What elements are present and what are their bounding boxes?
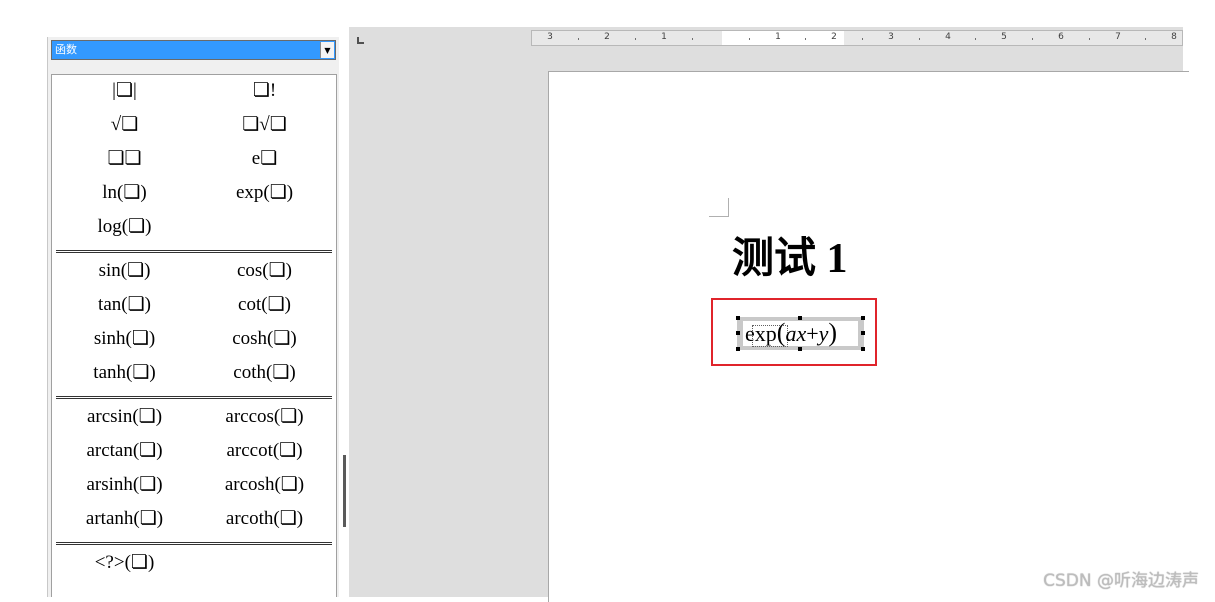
ruler-label: 8 [1171,32,1177,42]
arcosh-button[interactable]: arcosh(❏) [192,473,337,497]
exp-power-button[interactable]: e❏ [192,147,337,171]
arcoth-button[interactable]: arcoth(❏) [192,507,337,531]
tab-stop-icon[interactable] [357,37,364,44]
formula-close-paren: ) [828,318,838,347]
arcsin-button[interactable]: arcsin(❏) [52,405,197,429]
resize-handle[interactable] [861,331,865,335]
artanh-button[interactable]: artanh(❏) [52,507,197,531]
tan-button[interactable]: tan(❏) [52,293,197,317]
arccot-button[interactable]: arccot(❏) [192,439,337,463]
exp-button[interactable]: exp(❏) [192,181,337,205]
ruler-label: 1 [661,32,667,42]
resize-handle[interactable] [736,347,740,351]
sqrt-button[interactable]: √❏ [52,113,197,137]
arccos-button[interactable]: arccos(❏) [192,405,337,429]
document-area: 3 2 1 1 2 3 4 5 6 7 8 测试 1 exp(ax+y) [349,27,1189,602]
resize-handle[interactable] [861,347,865,351]
formula-var-y: y [818,321,829,346]
ruler-text-area [722,31,844,45]
category-selected-value: 函数 [55,43,77,56]
ruler-label: 6 [1058,32,1064,42]
function-list: |❏| ❏! √❏ ❏√❏ ❏❏ e❏ ln(❏) exp(❏) log(❏) … [51,74,337,597]
arctan-button[interactable]: arctan(❏) [52,439,197,463]
group-divider [56,542,332,545]
resize-handle[interactable] [798,347,802,351]
resize-handle[interactable] [736,316,740,320]
custom-function-button[interactable]: <?>(❏) [52,551,197,575]
log-button[interactable]: log(❏) [52,215,197,239]
cot-button[interactable]: cot(❏) [192,293,337,317]
cosh-button[interactable]: cosh(❏) [192,327,337,351]
formula-object[interactable]: exp(ax+y) [736,316,865,351]
ruler-label: 4 [945,32,951,42]
horizontal-ruler[interactable]: 3 2 1 1 2 3 4 5 6 7 8 [531,30,1183,46]
ruler-label: 3 [888,32,894,42]
watermark: CSDN @听海边涛声 [1043,571,1199,591]
panel-splitter[interactable] [339,37,349,597]
ruler-label: 2 [831,32,837,42]
nroot-button[interactable]: ❏√❏ [192,113,337,137]
ruler-label: 2 [604,32,610,42]
document-heading[interactable]: 测试 1 [732,234,848,284]
formula-operator: + [806,321,819,346]
tanh-button[interactable]: tanh(❏) [52,361,197,385]
formula-func: exp [745,321,777,346]
group-divider [56,250,332,253]
splitter-grip[interactable] [343,455,346,527]
resize-handle[interactable] [861,316,865,320]
document-page[interactable]: 测试 1 exp(ax+y) [548,71,1189,602]
abs-button[interactable]: |❏| [52,79,197,103]
formula-var-a: a [785,321,797,346]
resize-handle[interactable] [736,331,740,335]
formula-text[interactable]: exp(ax+y) [745,319,837,348]
sinh-button[interactable]: sinh(❏) [52,327,197,351]
ln-button[interactable]: ln(❏) [52,181,197,205]
category-dropdown[interactable]: 函数 ▼ [51,40,336,60]
resize-handle[interactable] [798,316,802,320]
ruler-label: 5 [1001,32,1007,42]
ruler-label: 1 [775,32,781,42]
group-divider [56,396,332,399]
text-boundary-corner [709,198,729,217]
formula-frame: exp(ax+y) [743,319,858,348]
cos-button[interactable]: cos(❏) [192,259,337,283]
power-button[interactable]: ❏❏ [52,147,197,171]
sin-button[interactable]: sin(❏) [52,259,197,283]
factorial-button[interactable]: ❏! [192,79,337,103]
chevron-down-icon[interactable]: ▼ [320,42,334,58]
coth-button[interactable]: coth(❏) [192,361,337,385]
formula-var-x: x [796,321,807,346]
elements-panel: 函数 ▼ |❏| ❏! √❏ ❏√❏ ❏❏ e❏ ln(❏) exp(❏) lo… [47,37,340,597]
ruler-label: 3 [547,32,553,42]
ruler-label: 7 [1115,32,1121,42]
arsinh-button[interactable]: arsinh(❏) [52,473,197,497]
